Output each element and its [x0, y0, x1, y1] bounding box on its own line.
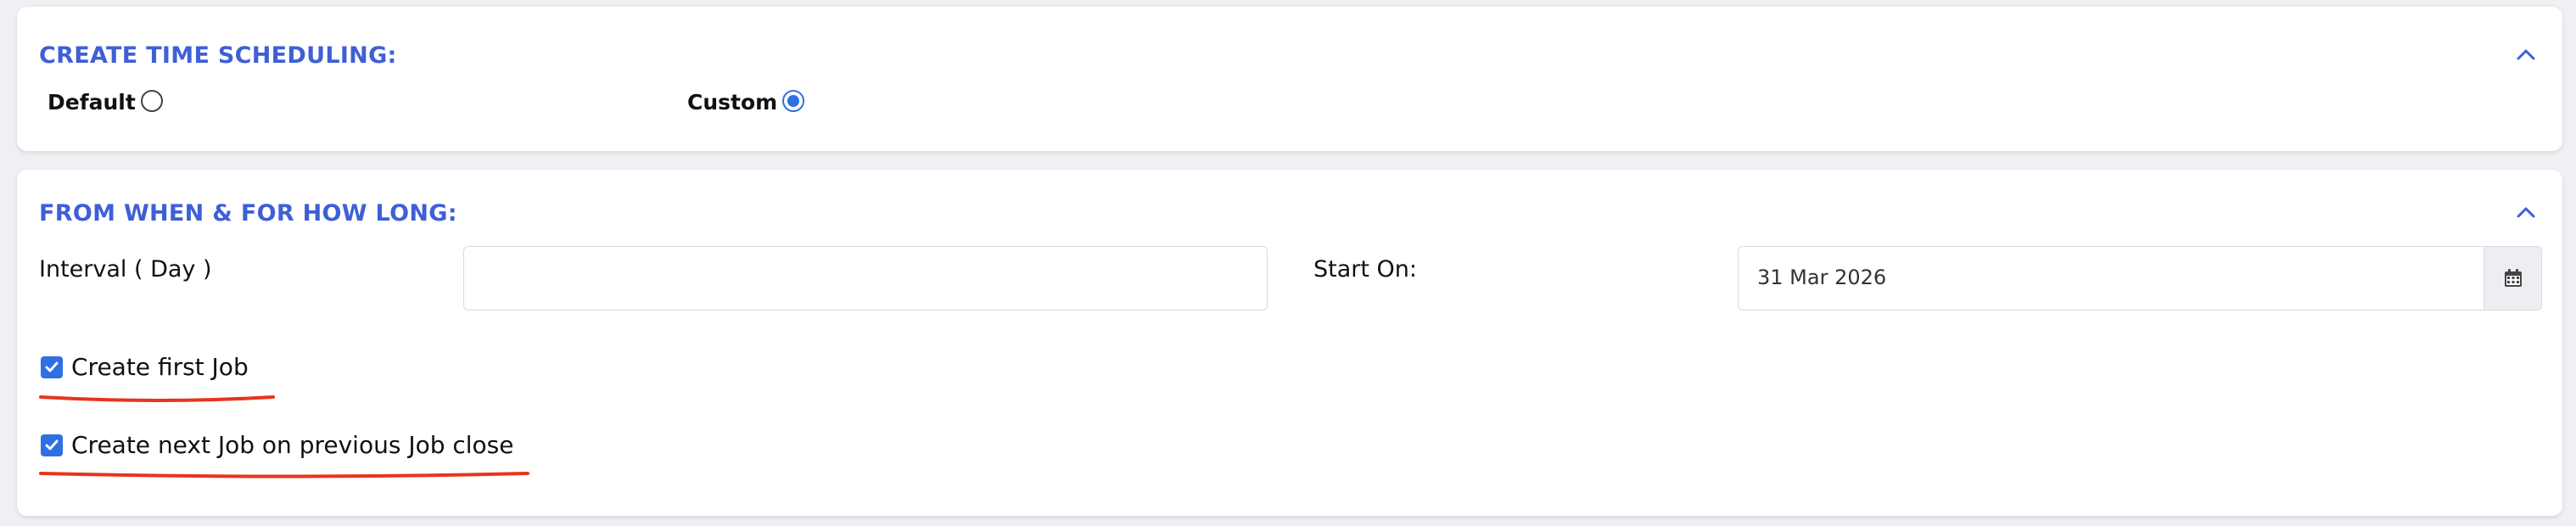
time-scheduling-title: CREATE TIME SCHEDULING: — [39, 42, 397, 69]
check-icon — [45, 361, 59, 372]
create-next-job-checkbox[interactable] — [41, 434, 63, 456]
chevron-up-icon[interactable] — [2512, 41, 2540, 70]
annotation-underline — [39, 395, 275, 402]
start-on-label: Start On: — [1313, 256, 1418, 283]
start-date-value: 31 Mar 2026 — [1757, 266, 1887, 289]
duration-title: FROM WHEN & FOR HOW LONG: — [39, 200, 457, 227]
default-radio-label: Default — [48, 90, 136, 115]
create-first-job-row[interactable]: Create first Job — [41, 353, 249, 381]
custom-radio[interactable] — [782, 90, 805, 112]
create-first-job-checkbox[interactable] — [41, 355, 63, 378]
custom-radio-label: Custom — [687, 90, 778, 115]
time-scheduling-panel: CREATE TIME SCHEDULING: Default Custom — [17, 7, 2562, 151]
calendar-icon — [2504, 269, 2522, 287]
annotation-underline — [39, 472, 529, 478]
default-radio[interactable] — [140, 90, 163, 112]
custom-option[interactable]: Custom — [687, 88, 805, 117]
chevron-up-icon[interactable] — [2512, 199, 2540, 227]
check-icon — [45, 439, 59, 450]
create-next-job-label: Create next Job on previous Job close — [71, 431, 514, 459]
interval-label: Interval ( Day ) — [39, 256, 212, 283]
duration-panel: FROM WHEN & FOR HOW LONG: Interval ( Day… — [17, 170, 2562, 516]
default-option[interactable]: Default — [48, 88, 163, 117]
create-first-job-label: Create first Job — [71, 353, 249, 381]
start-date-field[interactable]: 31 Mar 2026 — [1738, 246, 2542, 311]
calendar-button[interactable] — [2484, 247, 2541, 310]
create-next-job-row[interactable]: Create next Job on previous Job close — [41, 431, 514, 459]
interval-input[interactable] — [463, 246, 1268, 311]
